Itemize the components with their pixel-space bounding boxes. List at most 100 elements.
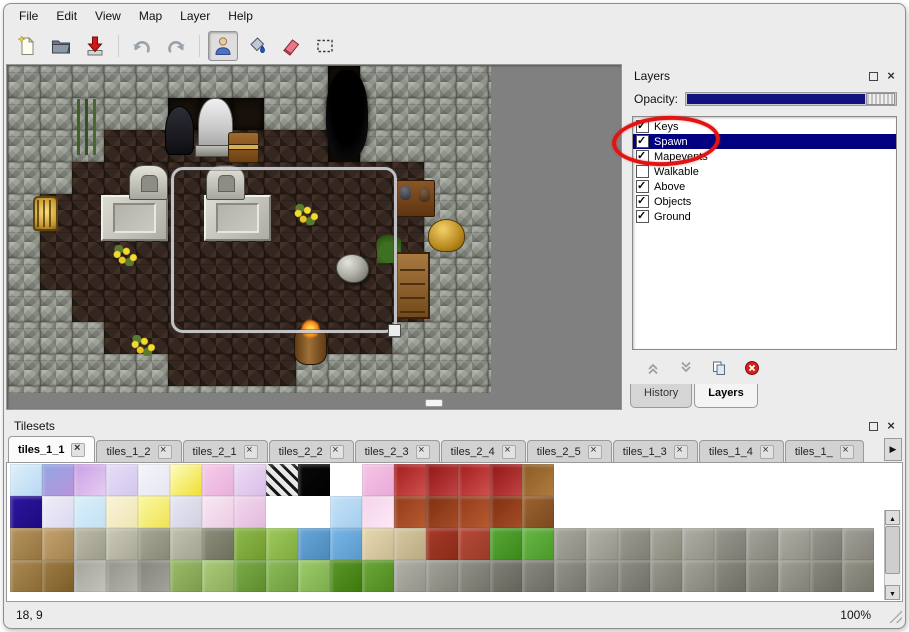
tileset-tab-tiles_2_1[interactable]: tiles_2_1 [183, 440, 268, 462]
tileset-tile[interactable] [74, 528, 106, 560]
layer-visibility-checkbox[interactable] [636, 120, 649, 133]
tileset-tile[interactable] [682, 464, 714, 496]
tileset-tile[interactable] [426, 528, 458, 560]
tileset-tile[interactable] [810, 496, 842, 528]
menu-layer[interactable]: Layer [171, 6, 219, 26]
tileset-tile[interactable] [810, 560, 842, 592]
tileset-tile[interactable] [650, 560, 682, 592]
tileset-tile[interactable] [266, 528, 298, 560]
tab-close-icon[interactable] [674, 445, 688, 459]
tileset-tile[interactable] [234, 528, 266, 560]
tileset-tile[interactable] [618, 560, 650, 592]
tab-scroll-right-button[interactable] [884, 438, 902, 461]
tileset-tile[interactable] [714, 560, 746, 592]
menu-edit[interactable]: Edit [47, 6, 86, 26]
tileset-tile[interactable] [106, 496, 138, 528]
layer-visibility-checkbox[interactable] [636, 210, 649, 223]
tileset-tile[interactable] [138, 496, 170, 528]
tileset-tile[interactable] [10, 560, 42, 592]
redo-button[interactable] [161, 31, 191, 61]
tileset-tile[interactable] [394, 560, 426, 592]
new-file-button[interactable] [12, 31, 42, 61]
tileset-tab-tiles_2_5[interactable]: tiles_2_5 [527, 440, 612, 462]
duplicate-layer-button[interactable] [708, 357, 730, 379]
tab-close-icon[interactable] [502, 445, 516, 459]
tileset-tile[interactable] [74, 560, 106, 592]
tileset-tile[interactable] [10, 464, 42, 496]
select-tool-button[interactable] [310, 31, 340, 61]
tileset-vscrollbar[interactable] [884, 510, 901, 600]
tileset-tile[interactable] [810, 464, 842, 496]
tileset-tile[interactable] [298, 560, 330, 592]
tab-close-icon[interactable] [71, 443, 85, 457]
tileset-tile[interactable] [266, 464, 298, 496]
tilesets-panel-float-button[interactable] [866, 419, 880, 433]
tileset-tile[interactable] [810, 528, 842, 560]
opacity-slider[interactable] [685, 92, 897, 106]
tileset-tile[interactable] [330, 464, 362, 496]
tileset-tile[interactable] [234, 496, 266, 528]
tileset-tile[interactable] [298, 528, 330, 560]
tileset-tile[interactable] [586, 528, 618, 560]
tileset-tile[interactable] [330, 528, 362, 560]
tileset-tile[interactable] [42, 560, 74, 592]
tileset-tile[interactable] [42, 464, 74, 496]
tileset-tile[interactable] [138, 560, 170, 592]
opacity-slider-handle[interactable] [866, 93, 895, 105]
tileset-tile[interactable] [170, 560, 202, 592]
tileset-tile[interactable] [746, 560, 778, 592]
tab-close-icon[interactable] [760, 445, 774, 459]
tileset-tile[interactable] [490, 464, 522, 496]
tileset-tile[interactable] [490, 528, 522, 560]
tileset-tile[interactable] [42, 528, 74, 560]
tileset-tile[interactable] [394, 464, 426, 496]
layer-visibility-checkbox[interactable] [636, 180, 649, 193]
tileset-tile[interactable] [394, 528, 426, 560]
layers-panel-close-button[interactable] [884, 69, 898, 83]
tileset-tab-tiles_1_3[interactable]: tiles_1_3 [613, 440, 698, 462]
tileset-tile[interactable] [778, 464, 810, 496]
tileset-tile[interactable] [554, 528, 586, 560]
scrollbar-thumb[interactable] [885, 526, 900, 574]
tileset-tile[interactable] [746, 464, 778, 496]
tileset-tile[interactable] [170, 528, 202, 560]
tileset-tile[interactable] [426, 464, 458, 496]
tileset-tile[interactable] [522, 560, 554, 592]
tileset-tile[interactable] [234, 464, 266, 496]
tileset-tile[interactable] [586, 560, 618, 592]
layer-row-above[interactable]: Above [633, 179, 896, 194]
tileset-tile[interactable] [554, 496, 586, 528]
tileset-tile[interactable] [106, 560, 138, 592]
tileset-tab-tiles_1_4[interactable]: tiles_1_4 [699, 440, 784, 462]
tileset-tile[interactable] [682, 560, 714, 592]
tileset-tile[interactable] [266, 560, 298, 592]
tileset-tile[interactable] [842, 464, 874, 496]
tileset-tile[interactable] [106, 464, 138, 496]
tab-close-icon[interactable] [588, 445, 602, 459]
tileset-tile[interactable] [522, 496, 554, 528]
panel-tab-history[interactable]: History [630, 384, 692, 408]
tileset-tile[interactable] [138, 464, 170, 496]
tileset-tile[interactable] [650, 464, 682, 496]
tileset-tile[interactable] [458, 496, 490, 528]
tilesets-panel-close-button[interactable] [884, 419, 898, 433]
tileset-tile[interactable] [618, 528, 650, 560]
tileset-tile[interactable] [10, 496, 42, 528]
layer-visibility-checkbox[interactable] [636, 150, 649, 163]
map-canvas[interactable] [8, 66, 491, 393]
tileset-tile[interactable] [842, 560, 874, 592]
map-hscrollbar-thumb[interactable] [425, 399, 443, 407]
menu-map[interactable]: Map [130, 6, 171, 26]
tileset-tile[interactable] [490, 496, 522, 528]
tileset-tile[interactable] [266, 496, 298, 528]
tileset-tile[interactable] [842, 496, 874, 528]
tileset-tile[interactable] [618, 496, 650, 528]
panel-tab-layers[interactable]: Layers [694, 384, 757, 408]
tileset-tile[interactable] [586, 496, 618, 528]
tab-close-icon[interactable] [158, 445, 172, 459]
tileset-tab-tiles_1_[interactable]: tiles_1_ [785, 440, 864, 462]
tileset-tile[interactable] [650, 496, 682, 528]
layer-row-spawn[interactable]: Spawn [633, 134, 896, 149]
tileset-tab-tiles_1_1[interactable]: tiles_1_1 [8, 436, 95, 462]
save-button[interactable] [80, 31, 110, 61]
